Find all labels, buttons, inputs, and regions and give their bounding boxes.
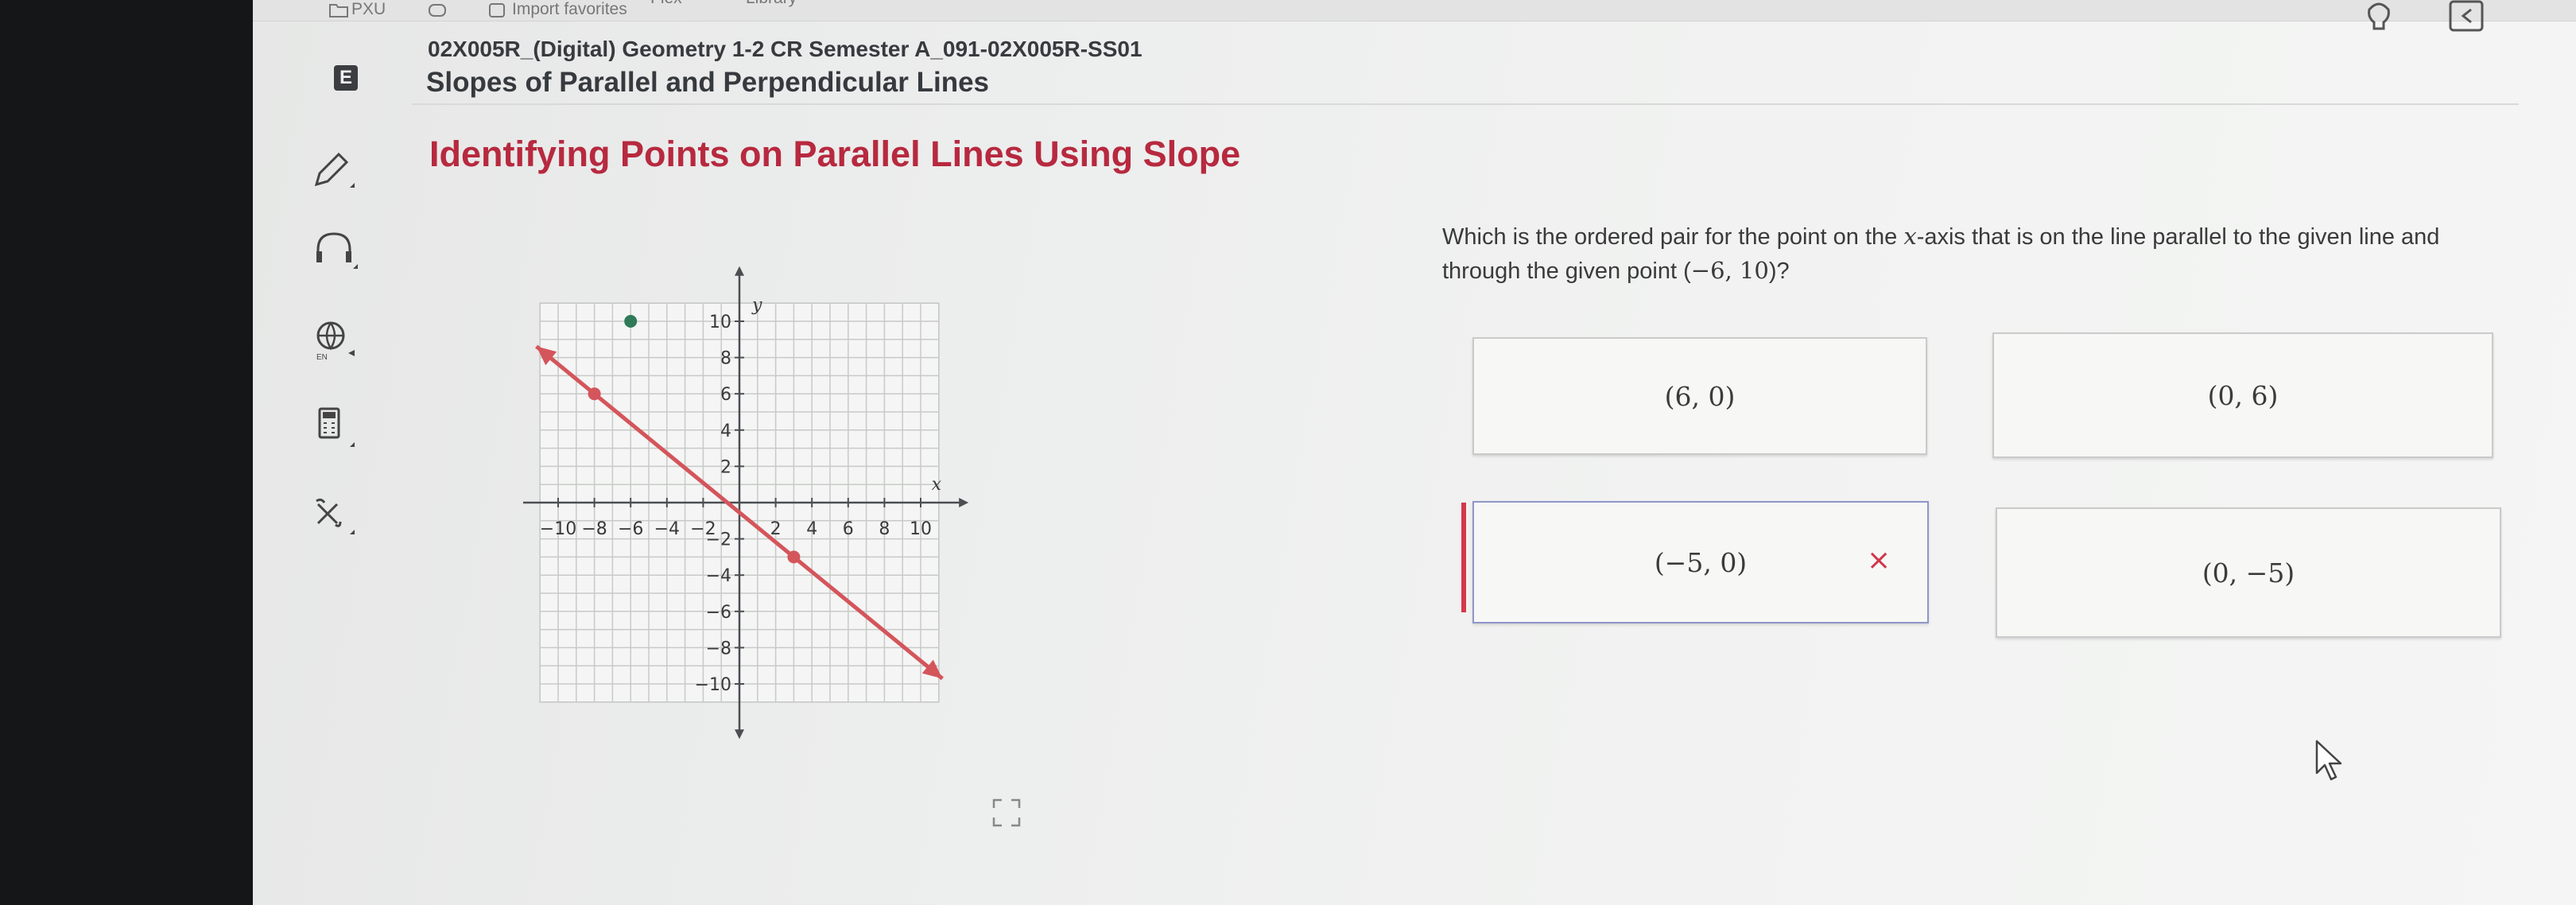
x-tick-label: −8: [581, 519, 607, 539]
bookmark-flex[interactable]: Flex: [650, 0, 682, 10]
x-axis-label: x: [932, 475, 942, 495]
pencil-icon: [314, 152, 355, 188]
incorrect-x-icon: ×: [1867, 544, 1891, 577]
given-line-point: [787, 550, 801, 564]
y-tick-label: −8: [706, 639, 731, 658]
answer-option-label: (0, 6): [2207, 379, 2279, 411]
exit-activity-icon[interactable]: [2447, 0, 2485, 33]
tool-pencil[interactable]: [308, 148, 359, 192]
given-line-point: [588, 387, 601, 401]
x-tick-label: 4: [806, 519, 817, 539]
x-tick-label: 6: [843, 519, 854, 539]
app-icon: [429, 4, 446, 17]
y-tick-label: 10: [709, 313, 731, 332]
x-tick-label: 10: [910, 519, 932, 539]
x-tick-label: −6: [618, 519, 643, 539]
answer-option-label: (6, 0): [1664, 380, 1736, 412]
incorrect-indicator-bar: [1461, 503, 1466, 612]
question-text-end: )?: [1768, 258, 1790, 284]
answer-option-b[interactable]: (0, 6): [1992, 332, 2493, 458]
formula-tools-icon: [316, 498, 355, 534]
x-tick-label: −10: [540, 519, 576, 539]
bookmark-library[interactable]: Library: [746, 0, 797, 10]
y-tick-label: 4: [720, 421, 731, 441]
expand-icon[interactable]: [992, 798, 1021, 827]
course-badge: E: [334, 65, 358, 91]
y-tick-label: 2: [720, 457, 731, 477]
bookmark-pxu[interactable]: PXU: [351, 0, 386, 21]
folder-icon: [329, 4, 348, 17]
coordinate-graph: −10 −8 −6 −4 −2 2 4 6 8 10108642−2−4−6−8−10xy: [523, 266, 969, 740]
header-divider: [412, 103, 2519, 105]
answer-option-a[interactable]: (6, 0): [1472, 337, 1927, 455]
import-icon: [489, 3, 505, 17]
question-prompt: Which is the ordered pair for the point …: [1442, 219, 2508, 288]
y-axis-label: y: [751, 295, 762, 315]
x-tick-label: 2: [770, 519, 782, 539]
answer-option-label: (−5, 0): [1654, 546, 1748, 578]
question-text-start: Which is the ordered pair for the point …: [1442, 224, 1904, 250]
tool-translate[interactable]: EN: [308, 317, 359, 362]
y-axis-arrow-down: [735, 729, 744, 740]
bookmark-import-favorites[interactable]: Import favorites: [512, 0, 627, 21]
y-tick-label: 6: [720, 385, 731, 405]
calculator-icon: [318, 407, 355, 447]
question-given-point: −6, 10: [1690, 257, 1769, 284]
translate-globe-icon: EN: [316, 321, 355, 362]
x-tick-label: 8: [879, 519, 890, 539]
language-label: EN: [316, 353, 328, 361]
y-tick-label: −4: [706, 566, 731, 586]
headphones-icon: [316, 232, 358, 269]
course-title: 02X005R_(Digital) Geometry 1-2 CR Semest…: [428, 37, 1143, 61]
screen: PXU Import favorites Flex Library EN E 0…: [253, 0, 2576, 905]
tool-calculator[interactable]: [308, 406, 359, 450]
x-tick-label: −4: [654, 519, 680, 539]
y-axis-arrow-up: [735, 266, 744, 276]
given-point: [624, 315, 638, 328]
hint-lightbulb-icon[interactable]: [2360, 2, 2398, 35]
y-tick-label: −6: [706, 603, 731, 623]
answer-option-label: (0, −5): [2202, 557, 2295, 588]
tool-audio[interactable]: [308, 227, 359, 272]
answer-option-d[interactable]: (0, −5): [1996, 507, 2501, 638]
x-axis-arrow-right: [959, 498, 969, 507]
question-variable: x: [1903, 223, 1917, 250]
y-tick-label: −10: [695, 675, 731, 695]
bookmarks-bar: PXU Import favorites Flex Library: [253, 0, 2576, 21]
activity-title: Identifying Points on Parallel Lines Usi…: [429, 134, 1241, 174]
mouse-cursor-icon: [2315, 740, 2342, 781]
y-tick-label: −2: [706, 530, 731, 550]
answer-option-c[interactable]: (−5, 0): [1472, 501, 1929, 623]
tool-formulas[interactable]: [308, 493, 359, 538]
y-tick-label: 8: [720, 349, 731, 369]
lesson-title: Slopes of Parallel and Perpendicular Lin…: [426, 67, 989, 98]
